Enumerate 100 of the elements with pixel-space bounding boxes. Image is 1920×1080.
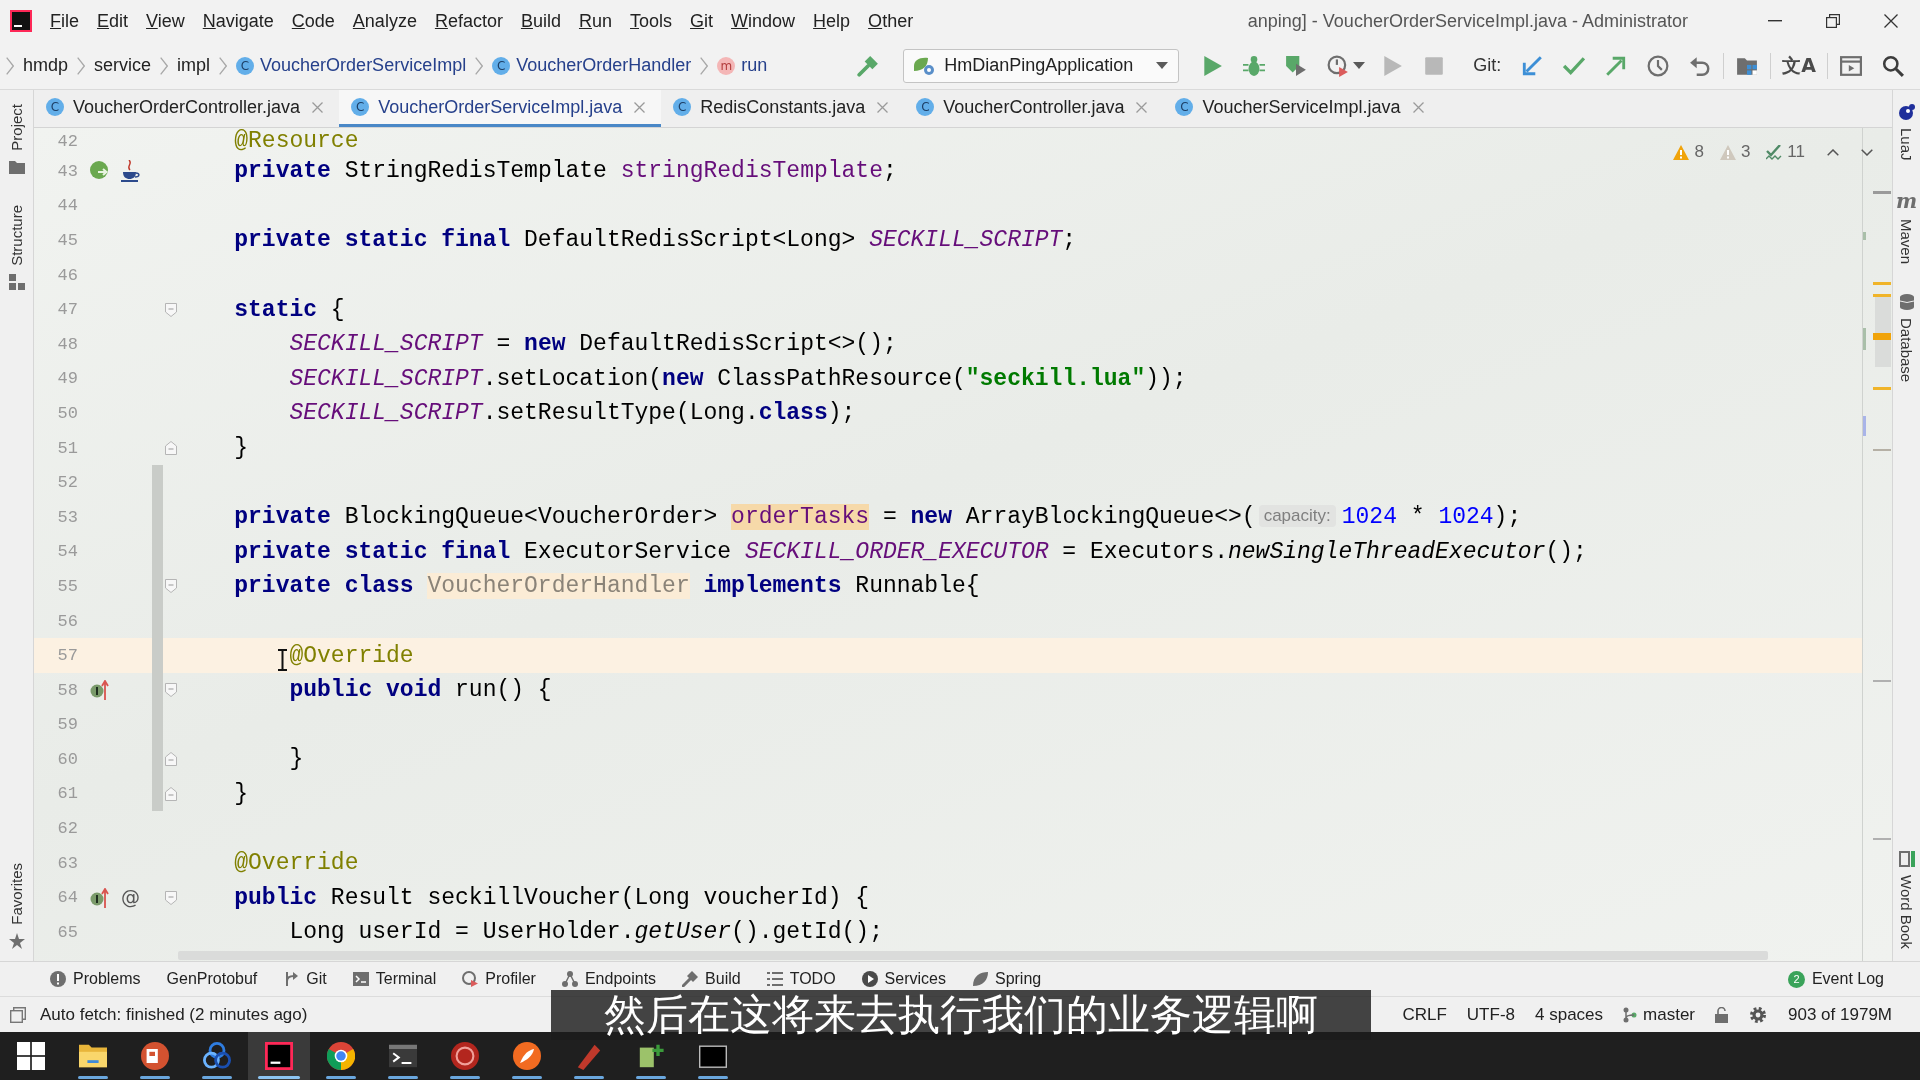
menu-item[interactable]: Run xyxy=(569,10,621,32)
taskbar-button[interactable] xyxy=(248,1032,310,1080)
fold-icon[interactable] xyxy=(165,787,177,801)
profiler-icon[interactable] xyxy=(1327,54,1350,77)
caret-icon[interactable] xyxy=(1353,62,1366,69)
fold-icon[interactable] xyxy=(165,890,177,905)
push-arrow-icon[interactable] xyxy=(1605,54,1628,77)
tool-window-button[interactable]: Project xyxy=(8,104,25,175)
tool-window-button[interactable]: Spring xyxy=(965,970,1048,988)
status-widget[interactable]: CRLF xyxy=(1392,1004,1457,1025)
tool-window-button[interactable]: Problems xyxy=(44,970,147,988)
fold-icon[interactable] xyxy=(165,683,177,698)
breadcrumb-item[interactable]: m run xyxy=(717,55,768,76)
translate-button[interactable]: 文A xyxy=(1782,52,1816,79)
disc-app-icon[interactable] xyxy=(451,1042,479,1070)
tool-window-button[interactable]: Services xyxy=(855,970,952,988)
tool-window-button[interactable]: Endpoints xyxy=(555,970,663,988)
tool-window-button[interactable]: Word Book xyxy=(1898,851,1915,949)
update-arrow-icon[interactable] xyxy=(1521,54,1544,77)
menu-item[interactable]: Code xyxy=(282,10,344,32)
annotation-symbol[interactable]: @ xyxy=(121,888,140,908)
clock-icon[interactable] xyxy=(1647,54,1670,77)
menu-item[interactable]: Analyze xyxy=(343,10,426,32)
lock-icon[interactable] xyxy=(1715,1006,1729,1023)
menu-item[interactable]: Tools xyxy=(621,10,682,32)
run-icon[interactable] xyxy=(1201,54,1224,77)
menu-item[interactable]: Window xyxy=(722,10,805,32)
tool-window-button[interactable]: GenProtobuf xyxy=(160,970,264,988)
checkmark-icon[interactable] xyxy=(1563,54,1586,77)
editor-tab[interactable]: C VoucherOrderController.java xyxy=(34,90,340,127)
folder-icon[interactable] xyxy=(79,1042,107,1070)
start-icon[interactable] xyxy=(17,1042,45,1070)
breadcrumb-item[interactable]: service xyxy=(94,55,152,76)
gear-icon[interactable] xyxy=(1748,1004,1769,1025)
editor-tab[interactable]: C VoucherOrderServiceImpl.java xyxy=(339,90,662,127)
hammer-icon[interactable] xyxy=(857,54,880,77)
tool-window-button[interactable]: Favorites xyxy=(8,863,25,949)
fold-icon[interactable] xyxy=(165,441,177,456)
rings-app-icon[interactable] xyxy=(203,1042,231,1070)
inspection-counter[interactable]: 3 xyxy=(1719,142,1751,162)
tool-window-button[interactable]: Terminal xyxy=(346,970,443,988)
override-arrow-icon[interactable] xyxy=(90,680,110,701)
tool-window-button[interactable]: Database xyxy=(1898,293,1915,382)
bug-icon[interactable] xyxy=(1243,54,1266,77)
breadcrumb-item[interactable]: hmdp xyxy=(23,55,69,76)
tool-window-button[interactable]: m Maven xyxy=(1895,190,1918,264)
chevron-up-icon[interactable] xyxy=(1827,148,1839,156)
panel-toggle-icon[interactable] xyxy=(10,1006,26,1023)
inspection-counter[interactable]: 8 xyxy=(1673,142,1704,162)
breadcrumb-item[interactable]: impl xyxy=(177,55,211,76)
menu-item[interactable]: Refactor xyxy=(425,10,512,32)
menu-item[interactable]: Git xyxy=(681,10,723,32)
menu-item[interactable]: Build xyxy=(511,10,570,32)
search-icon[interactable] xyxy=(1882,54,1904,77)
ide-app-icon[interactable] xyxy=(265,1042,293,1070)
browser-icon[interactable] xyxy=(327,1042,355,1070)
menu-item[interactable]: Help xyxy=(804,10,860,32)
feather-app-icon[interactable] xyxy=(513,1042,541,1070)
inspection-counter[interactable]: 11 xyxy=(1766,142,1805,162)
status-widget[interactable]: 903 of 1979M xyxy=(1778,1004,1902,1025)
editor-tab[interactable]: C RedisConstants.java xyxy=(661,90,905,127)
menu-item[interactable]: View xyxy=(137,10,194,32)
editor-tab[interactable]: C VoucherController.java xyxy=(904,90,1164,127)
chevron-down-icon[interactable] xyxy=(1861,148,1873,156)
tool-window-button[interactable]: Structure xyxy=(8,204,25,290)
run-configuration-dropdown[interactable]: HmDianPingApplication xyxy=(903,48,1180,83)
tool-window-button[interactable]: TODO xyxy=(760,970,842,988)
menu-item[interactable]: Navigate xyxy=(193,10,283,32)
tool-window-button[interactable]: Build xyxy=(676,970,747,988)
menu-item[interactable]: File xyxy=(41,10,88,32)
breadcrumb-item[interactable]: C VoucherOrderHandler xyxy=(492,55,692,76)
status-widget[interactable]: UTF-8 xyxy=(1456,1004,1525,1025)
change-marker[interactable] xyxy=(152,776,163,812)
minimize-icon[interactable] xyxy=(1768,20,1782,22)
undo-icon[interactable] xyxy=(1689,54,1712,77)
terminal-icon[interactable] xyxy=(389,1042,417,1070)
slides-app-icon[interactable] xyxy=(141,1042,169,1070)
fold-icon[interactable] xyxy=(165,579,177,594)
override-arrow-icon[interactable] xyxy=(90,887,110,908)
breadcrumb-item[interactable]: C VoucherOrderServiceImpl xyxy=(236,55,467,76)
coffee-cup-icon[interactable] xyxy=(121,160,141,183)
branch-widget[interactable]: master xyxy=(1613,1004,1706,1025)
tool-window-button[interactable]: 2 Event Log xyxy=(1781,970,1890,988)
menu-item[interactable]: Edit xyxy=(88,10,138,32)
status-widget[interactable]: 4 spaces xyxy=(1525,1004,1614,1025)
close-icon[interactable] xyxy=(1884,14,1898,28)
change-marker[interactable] xyxy=(152,465,163,500)
plus-app-icon[interactable] xyxy=(637,1042,665,1070)
menu-item[interactable]: Other xyxy=(859,10,923,32)
fold-icon[interactable] xyxy=(165,302,177,317)
fold-icon[interactable] xyxy=(165,752,177,767)
presentation-icon[interactable] xyxy=(1840,54,1862,77)
tool-window-button[interactable]: LuaJ xyxy=(1898,104,1915,161)
diagonal-app-icon[interactable] xyxy=(575,1042,603,1070)
tool-window-button[interactable]: Profiler xyxy=(456,970,542,988)
coverage-icon[interactable] xyxy=(1285,54,1308,77)
editor-tab[interactable]: C VoucherServiceImpl.java xyxy=(1163,90,1440,127)
horizontal-scrollbar[interactable] xyxy=(178,950,1768,960)
restore-icon[interactable] xyxy=(1826,14,1840,28)
tool-window-button[interactable]: Git xyxy=(277,970,333,988)
